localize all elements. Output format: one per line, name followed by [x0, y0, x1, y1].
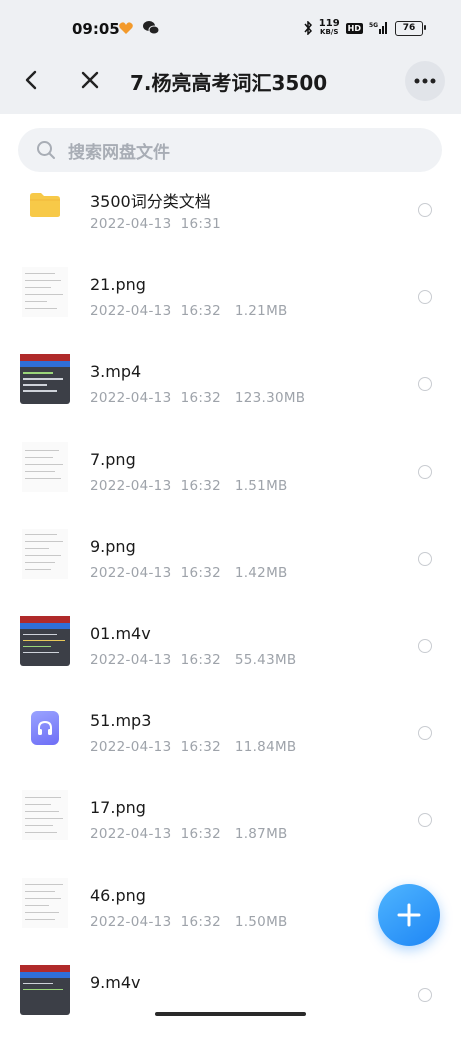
search-placeholder: 搜索网盘文件 [68, 142, 170, 163]
document-image-preview [22, 877, 68, 928]
list-item[interactable]: 21.png 2022-04-13 16:32 1.21MB [0, 267, 461, 354]
more-dots-icon [414, 78, 436, 84]
file-name: 51.mp3 [90, 711, 152, 731]
document-image-preview [22, 441, 68, 492]
video-thumbnail [20, 964, 70, 1015]
file-meta: 2022-04-13 16:32 123.30MB [90, 390, 306, 407]
search-icon [37, 141, 55, 159]
audio-file-icon [31, 711, 59, 746]
network-type-label: 5G [369, 22, 378, 29]
close-icon [81, 71, 99, 89]
status-notification-icons [118, 20, 160, 36]
select-checkbox[interactable] [418, 987, 432, 1002]
file-meta: 2022-04-13 16:32 11.84MB [90, 739, 297, 756]
file-name: 3500词分类文档 [90, 192, 211, 211]
select-checkbox[interactable] [418, 464, 432, 479]
file-name: 17.png [90, 798, 146, 818]
file-meta: 2022-04-13 16:31 [90, 216, 222, 232]
file-name: 9.m4v [90, 972, 141, 992]
select-checkbox[interactable] [418, 726, 432, 741]
file-meta: 2022-04-13 16:32 1.87MB [90, 826, 288, 843]
list-item[interactable]: 3.mp4 2022-04-13 16:32 123.30MB [0, 354, 461, 441]
select-checkbox[interactable] [418, 203, 432, 217]
signal-icon: 5G [369, 22, 387, 34]
file-meta: 2022-04-13 16:32 1.21MB [90, 303, 288, 320]
file-name: 01.m4v [90, 623, 151, 643]
image-thumbnail [20, 528, 70, 579]
folder-thumbnail [20, 180, 70, 230]
more-options-button[interactable] [405, 61, 445, 101]
status-time: 09:05 [72, 20, 120, 38]
list-item[interactable]: 51.mp3 2022-04-13 16:32 11.84MB [0, 703, 461, 790]
file-name: 46.png [90, 885, 146, 905]
video-thumbnail [20, 615, 70, 666]
file-meta: 2022-04-13 16:32 55.43MB [90, 651, 297, 668]
image-thumbnail [20, 267, 70, 318]
back-arrow-icon [25, 70, 37, 90]
audio-thumbnail [20, 703, 70, 753]
file-name: 9.png [90, 536, 136, 556]
video-preview [20, 354, 70, 405]
status-bar: 09:05 119 KB/S HD 5G 76 [0, 0, 461, 46]
file-meta: 2022-04-13 16:32 1.50MB [90, 913, 288, 930]
home-indicator[interactable] [155, 1012, 306, 1016]
document-image-preview [22, 528, 68, 579]
video-preview [20, 615, 70, 666]
list-item[interactable]: 01.m4v 2022-04-13 16:32 55.43MB [0, 615, 461, 703]
select-checkbox[interactable] [418, 551, 432, 566]
image-thumbnail [20, 441, 70, 492]
list-item[interactable]: 17.png 2022-04-13 16:32 1.87MB [0, 790, 461, 877]
video-preview [20, 964, 70, 1015]
select-checkbox[interactable] [418, 290, 432, 305]
page-title: 7.杨亮高考词汇3500 [130, 71, 328, 95]
select-checkbox[interactable] [418, 813, 432, 828]
file-name: 3.mp4 [90, 362, 142, 382]
list-item[interactable]: 7.png 2022-04-13 16:32 1.51MB [0, 441, 461, 529]
list-item[interactable]: 9.png 2022-04-13 16:32 1.42MB [0, 528, 461, 616]
battery-level: 76 [402, 23, 416, 33]
video-thumbnail [20, 354, 70, 405]
top-app-bar: 7.杨亮高考词汇3500 [0, 46, 461, 114]
folder-icon [30, 193, 60, 217]
battery-indicator: 76 [395, 20, 426, 36]
file-name: 21.png [90, 275, 146, 295]
select-checkbox[interactable] [418, 377, 432, 392]
document-image-preview [22, 790, 68, 841]
file-name: 7.png [90, 449, 136, 469]
image-thumbnail [20, 790, 70, 841]
add-button[interactable] [378, 884, 440, 946]
wechat-icon [143, 21, 160, 35]
file-meta: 2022-04-13 16:32 1.42MB [90, 564, 288, 581]
select-checkbox[interactable] [418, 638, 432, 653]
list-item[interactable]: 9.m4v [0, 964, 461, 1052]
file-meta: 2022-04-13 16:32 1.51MB [90, 477, 288, 494]
headphones-icon [38, 721, 52, 736]
close-button[interactable] [76, 66, 104, 94]
plus-icon [397, 903, 421, 927]
hd-badge: HD [345, 22, 363, 34]
document-image-preview [22, 267, 68, 318]
list-item[interactable]: 3500词分类文档 2022-04-13 16:31 [0, 180, 461, 267]
network-speed: 119 KB/S [318, 18, 340, 37]
bluetooth-icon [304, 21, 312, 35]
search-input[interactable]: 搜索网盘文件 [18, 128, 442, 172]
status-right-icons: 119 KB/S HD 5G 76 [303, 18, 426, 37]
image-thumbnail [20, 877, 70, 928]
back-button[interactable] [18, 66, 46, 94]
app-notification-icon [119, 22, 133, 34]
